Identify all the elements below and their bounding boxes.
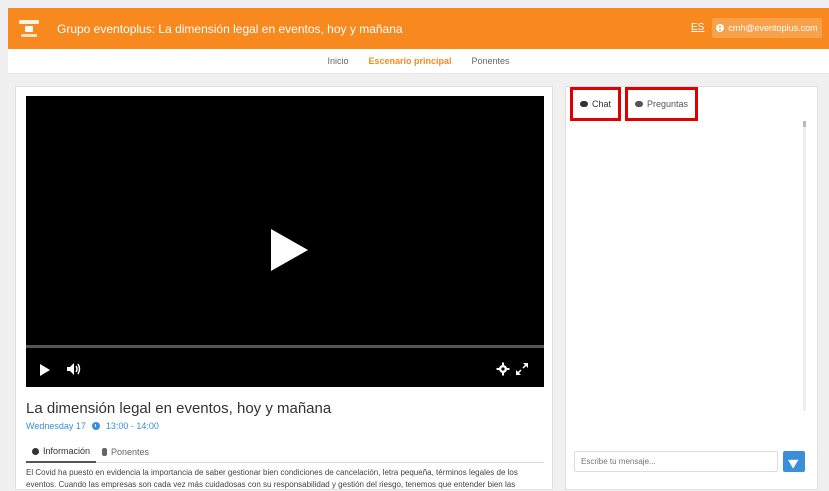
chat-message-input[interactable] xyxy=(574,451,778,472)
top-header: Grupo eventoplus: La dimensión legal en … xyxy=(8,8,829,49)
tab-informacion[interactable]: Información xyxy=(26,441,97,463)
eventoplus-logo[interactable] xyxy=(18,16,40,42)
chat-scrollbar[interactable] xyxy=(803,121,806,411)
tab-informacion-label: Información xyxy=(43,446,91,456)
user-email: cmh@eventoplus.com xyxy=(728,23,818,33)
tab-chat[interactable]: Chat xyxy=(570,87,622,121)
big-play-icon[interactable] xyxy=(271,229,308,271)
stage-panel: La dimensión legal en eventos, hoy y mañ… xyxy=(15,86,553,490)
nav-item-ponentes[interactable]: Ponentes xyxy=(472,56,510,66)
tab-preguntas[interactable]: Preguntas xyxy=(625,87,699,121)
user-account-button[interactable]: cmh@eventoplus.com xyxy=(712,18,822,38)
talk-time: 13:00 - 14:00 xyxy=(105,421,159,431)
clock-icon xyxy=(91,422,100,430)
chat-bubbles-icon xyxy=(580,101,588,107)
comment-icon xyxy=(635,101,644,107)
chat-messages-area xyxy=(568,121,806,446)
send-button[interactable] xyxy=(783,451,805,472)
tab-chat-label: Chat xyxy=(592,99,612,109)
microphone-icon xyxy=(102,448,108,456)
talk-description: El Covid ha puesto en evidencia la impor… xyxy=(26,468,518,489)
talk-title: La dimensión legal en eventos, hoy y mañ… xyxy=(26,400,332,417)
language-selector[interactable]: ES xyxy=(691,22,704,33)
user-icon xyxy=(716,24,725,32)
tab-preguntas-label: Preguntas xyxy=(647,99,689,109)
chat-scrollbar-thumb[interactable] xyxy=(803,121,806,127)
talk-day: Wednesday 17 xyxy=(26,421,86,431)
play-icon[interactable] xyxy=(40,364,50,376)
info-icon xyxy=(32,447,39,455)
video-player[interactable] xyxy=(26,96,544,387)
tab-ponentes-label: Ponentes xyxy=(111,447,150,457)
chat-panel: Chat Preguntas xyxy=(565,86,818,490)
fullscreen-icon[interactable] xyxy=(515,362,529,376)
talk-info-tabs: Información Ponentes xyxy=(26,441,544,463)
tab-ponentes[interactable]: Ponentes xyxy=(96,441,155,463)
nav-item-inicio[interactable]: Inicio xyxy=(327,56,348,66)
chat-tabs: Chat Preguntas xyxy=(570,87,699,121)
settings-gear-icon[interactable] xyxy=(496,362,510,376)
nav-item-escenario-principal[interactable]: Escenario principal xyxy=(368,56,451,66)
video-progress-bar[interactable] xyxy=(26,345,544,348)
talk-schedule: Wednesday 17 13:00 - 14:00 xyxy=(26,421,159,431)
volume-icon[interactable] xyxy=(66,362,82,376)
paper-plane-icon xyxy=(787,454,801,469)
event-title: Grupo eventoplus: La dimensión legal en … xyxy=(57,21,403,36)
main-nav: Inicio Escenario principal Ponentes xyxy=(8,49,829,74)
